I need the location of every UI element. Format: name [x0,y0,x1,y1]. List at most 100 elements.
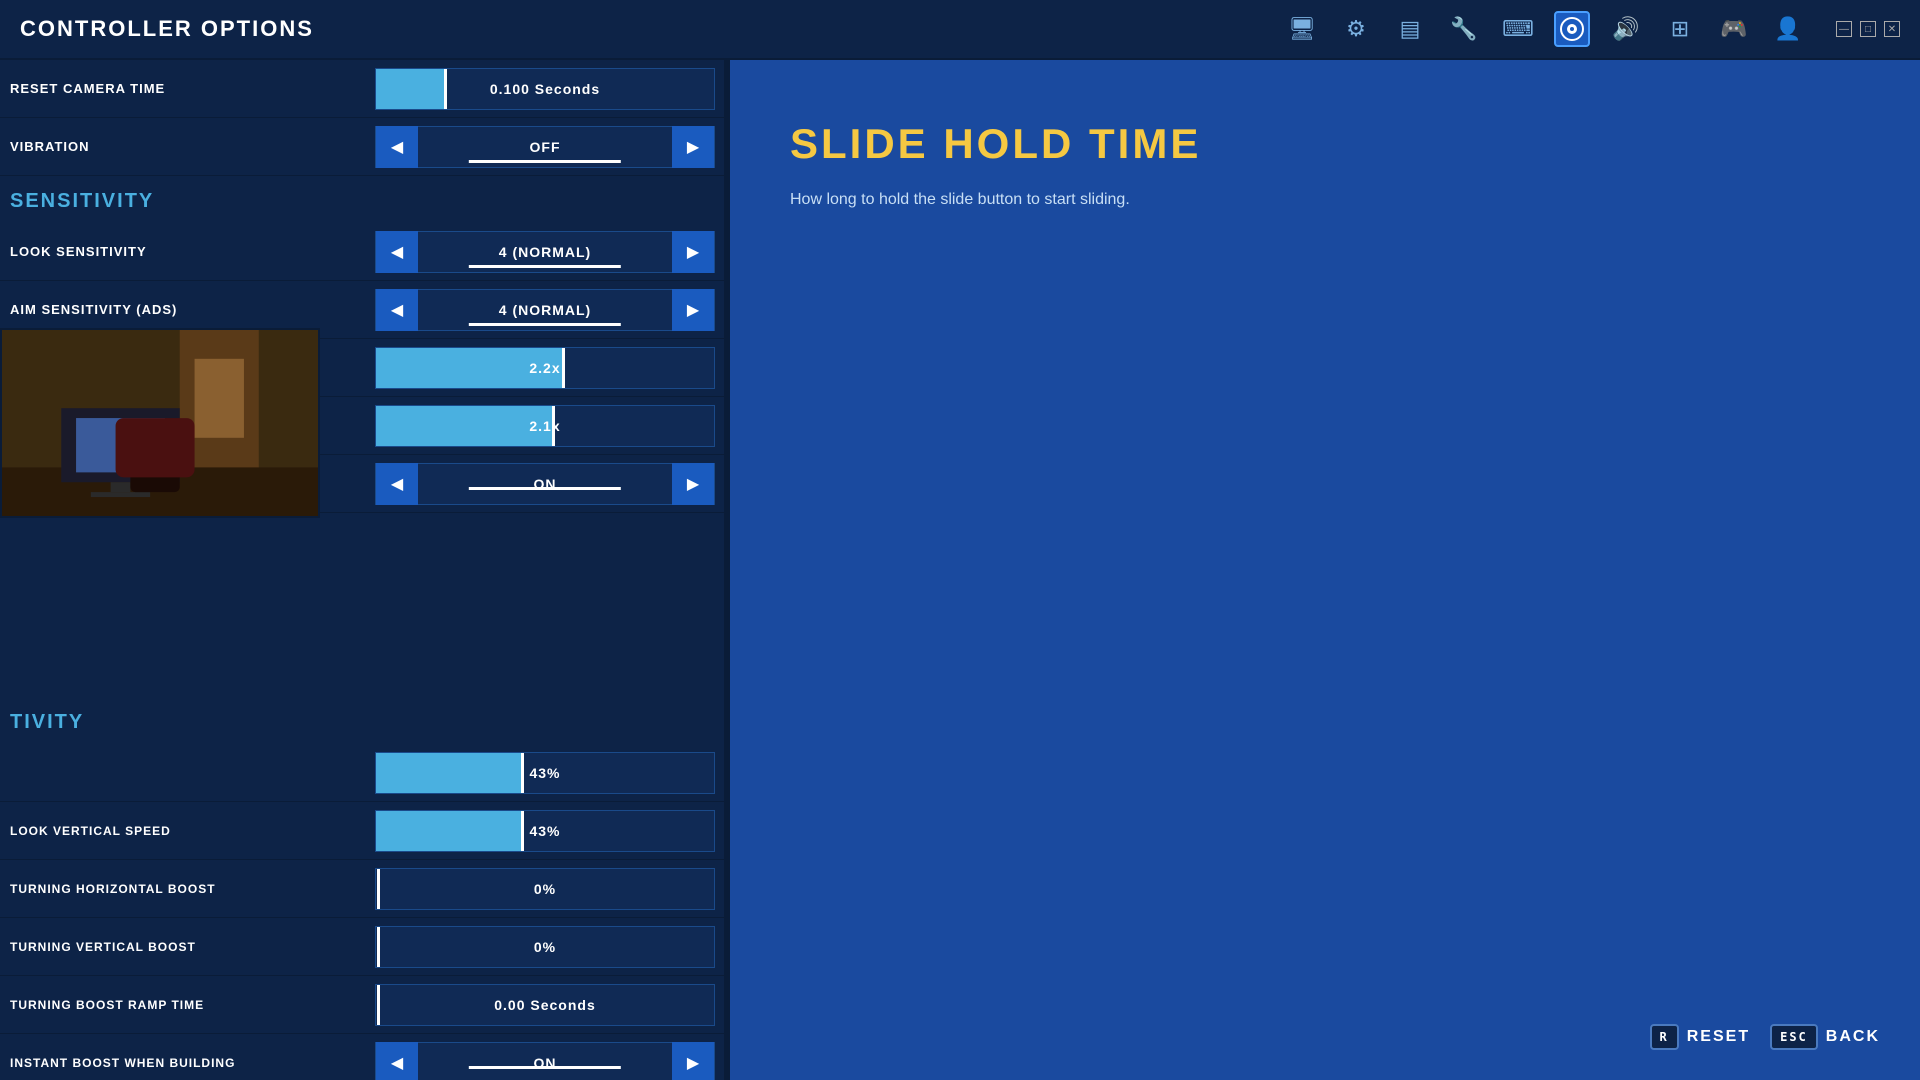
turning-boost-ramp-label: TURNING BOOST RAMP TIME [10,998,370,1012]
maximize-button[interactable]: □ [1860,21,1876,37]
reset-camera-time-value: 0.100 Seconds [376,81,714,97]
reset-camera-time-label: RESET CAMERA TIME [10,81,370,96]
look-sensitivity-right-button[interactable]: ▶ [672,231,714,273]
aim-sensitivity-left-button[interactable]: ◀ [376,289,418,331]
build-mode-sensitivity-control2: 2.1x [370,405,720,447]
toggle-left-button[interactable]: ◀ [376,463,418,505]
vibration-row: VIBRATION ◀ OFF ▶ [0,118,730,176]
turning-vertical-label: TURNING VERTICAL BOOST [10,940,370,954]
reset-camera-time-control: 0.100 Seconds [370,68,720,110]
turning-boost-ramp-value: 0.00 Seconds [376,997,714,1013]
webcam-overlay [0,328,320,518]
look-sensitivity-left-button[interactable]: ◀ [376,231,418,273]
reset-label: RESET [1687,1028,1750,1046]
instant-boost-row: INSTANT BOOST WHEN BUILDING ◀ ON ▶ [0,1034,730,1080]
toggle-on-control: ◀ ON ▶ [370,463,720,505]
instant-boost-right-button[interactable]: ▶ [672,1042,714,1080]
controller-settings-icon[interactable] [1554,11,1590,47]
look-vertical-control: 43% [370,810,720,852]
look-sensitivity-bar [469,265,621,268]
webcam-content [2,330,318,516]
look-horizontal-slider[interactable]: 43% [375,752,715,794]
vibration-control: ◀ OFF ▶ [370,126,720,168]
turning-vertical-control: 0% [370,926,720,968]
instant-boost-arrow-control: ◀ ON ▶ [375,1042,715,1080]
look-horizontal-row: 43% [0,744,730,802]
instant-boost-label: INSTANT BOOST WHEN BUILDING [10,1056,370,1070]
reset-button[interactable]: R RESET [1650,1024,1751,1050]
toggle-right-button[interactable]: ▶ [672,463,714,505]
look-vertical-marker [521,811,524,851]
build-mode-value: 2.2x [376,360,714,376]
minimize-button[interactable]: — [1836,21,1852,37]
build-mode-sensitivity-slider2[interactable]: 2.1x [375,405,715,447]
turning-horizontal-value: 0% [376,881,714,897]
instant-boost-bar [469,1066,621,1069]
turning-vertical-marker [377,927,380,967]
look-sensitivity-arrow-control: ◀ 4 (NORMAL) ▶ [375,231,715,273]
vibration-right-button[interactable]: ▶ [672,126,714,168]
vibration-left-button[interactable]: ◀ [376,126,418,168]
vibration-bar [469,160,621,163]
wrench-icon[interactable]: 🔧 [1446,11,1482,47]
main-layout: RESET CAMERA TIME 0.100 Seconds VIBRATIO… [0,60,1920,1080]
turning-vertical-row: TURNING VERTICAL BOOST 0% [0,918,730,976]
user-icon[interactable]: 👤 [1770,11,1806,47]
look-sensitivity-value: 4 (NORMAL) [418,244,672,260]
build-mode-marker2 [552,406,555,446]
reset-camera-time-row: RESET CAMERA TIME 0.100 Seconds [0,60,730,118]
window-controls: — □ ✕ [1836,21,1900,37]
instant-boost-control: ◀ ON ▶ [370,1042,720,1080]
turning-horizontal-control: 0% [370,868,720,910]
sensitivity-section-header: SENSITIVITY [0,176,730,223]
grid-icon[interactable]: ⊞ [1662,11,1698,47]
reset-camera-time-slider[interactable]: 0.100 Seconds [375,68,715,110]
vibration-arrow-control: ◀ OFF ▶ [375,126,715,168]
gamepad-icon[interactable]: 🎮 [1716,11,1752,47]
toggle-on-arrow-control: ◀ ON ▶ [375,463,715,505]
look-vertical-label: LOOK VERTICAL SPEED [10,824,370,838]
look-sensitivity-row: LOOK SENSITIVITY ◀ 4 (NORMAL) ▶ [0,223,730,281]
turning-vertical-slider[interactable]: 0% [375,926,715,968]
look-vertical-slider[interactable]: 43% [375,810,715,852]
aim-sensitivity-label: AIM SENSITIVITY (ADS) [10,302,370,317]
speaker-icon[interactable]: 🔊 [1608,11,1644,47]
gear-icon[interactable]: ⚙ [1338,11,1374,47]
aim-sensitivity-control: ◀ 4 (NORMAL) ▶ [370,289,720,331]
look-horizontal-control: 43% [370,752,720,794]
turning-horizontal-slider[interactable]: 0% [375,868,715,910]
keyboard-icon[interactable]: ⌨ [1500,11,1536,47]
look-horizontal-value: 43% [376,765,714,781]
aim-sensitivity-right-button[interactable]: ▶ [672,289,714,331]
monitor-icon[interactable]: 🖥 [1284,11,1320,47]
reset-key: R [1650,1024,1679,1050]
build-mode-marker [562,348,565,388]
title-bar: CONTROLLER OPTIONS 🖥 ⚙ ▤ 🔧 ⌨ 🔊 ⊞ 🎮 👤 — □… [0,0,1920,60]
vibration-value: OFF [418,139,672,155]
menu-icon[interactable]: ▤ [1392,11,1428,47]
aim-sensitivity-bar [469,323,621,326]
right-panel: SLIDE HOLD TIME How long to hold the sli… [730,60,1920,1080]
back-button[interactable]: Esc BACK [1770,1024,1880,1050]
reset-camera-time-marker [444,69,447,109]
aim-sensitivity-arrow-control: ◀ 4 (NORMAL) ▶ [375,289,715,331]
left-panel: RESET CAMERA TIME 0.100 Seconds VIBRATIO… [0,60,730,1080]
build-mode-value2: 2.1x [376,418,714,434]
instant-boost-value: ON [418,1055,672,1071]
look-sensitivity-control: ◀ 4 (NORMAL) ▶ [370,231,720,273]
instant-boost-left-button[interactable]: ◀ [376,1042,418,1080]
turning-horizontal-label: TURNING HORIZONTAL BOOST [10,882,370,896]
turning-boost-ramp-row: TURNING BOOST RAMP TIME 0.00 Seconds [0,976,730,1034]
bottom-buttons: R RESET Esc BACK [1650,1024,1880,1050]
vibration-label: VIBRATION [10,139,370,154]
look-horizontal-marker [521,753,524,793]
back-label: BACK [1826,1028,1880,1046]
turning-boost-ramp-control: 0.00 Seconds [370,984,720,1026]
nav-icons: 🖥 ⚙ ▤ 🔧 ⌨ 🔊 ⊞ 🎮 👤 [1284,11,1806,47]
build-mode-sensitivity-slider[interactable]: 2.2x [375,347,715,389]
close-button[interactable]: ✕ [1884,21,1900,37]
toggle-value: ON [418,476,672,492]
turning-boost-ramp-marker [377,985,380,1025]
info-title: SLIDE HOLD TIME [790,120,1860,168]
turning-boost-ramp-slider[interactable]: 0.00 Seconds [375,984,715,1026]
